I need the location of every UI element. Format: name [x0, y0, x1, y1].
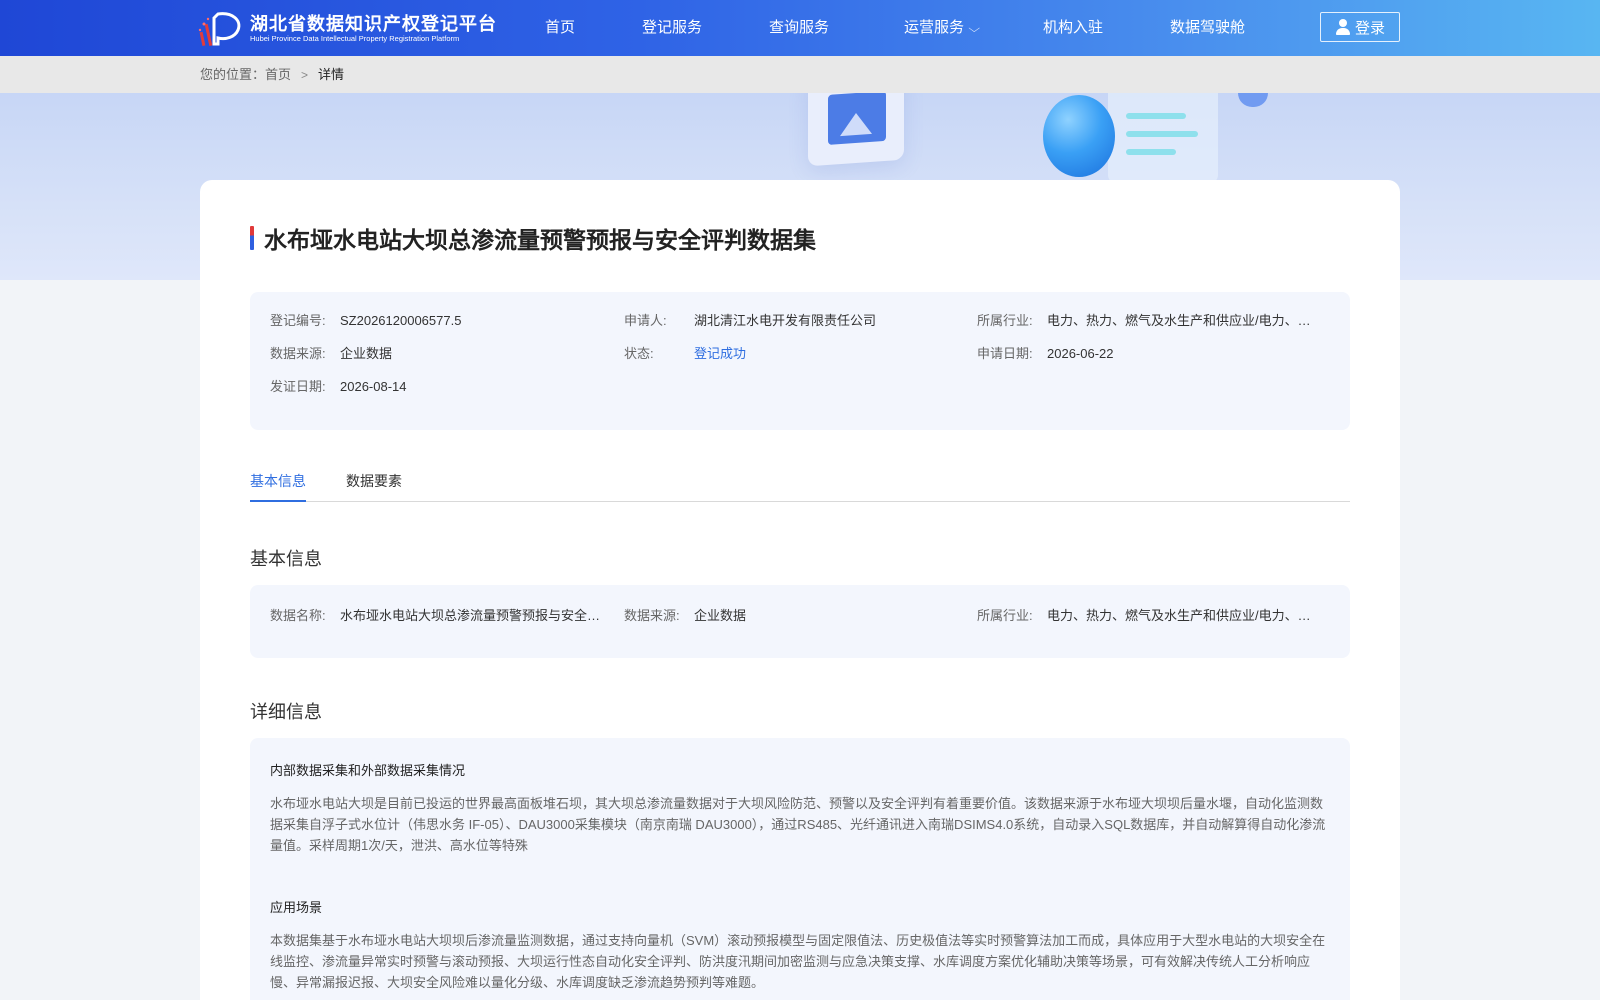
platform-logo[interactable]: 湖北省数据知识产权登记平台 Hubei Province Data Intell… [198, 10, 497, 48]
login-label: 登录 [1354, 19, 1385, 37]
data-name-value: 水布垭水电站大坝总渗流量预警预报与安全评判数据集 [340, 608, 610, 623]
login-button[interactable]: 登录 [1320, 12, 1400, 42]
breadcrumb-prefix: 您的位置： [200, 67, 266, 82]
nav-home[interactable]: 首页 [545, 0, 575, 56]
basic-source-value: 企业数据 [694, 608, 747, 623]
scenario-text: 本数据集基于水布垭水电站大坝坝后渗流量监测数据，通过支持向量机（SVM）滚动预报… [270, 933, 1326, 990]
page-title-wrap: 水布垭水电站大坝总渗流量预警预报与安全评判数据集 [250, 223, 816, 253]
basic-info-heading: 基本信息 [250, 549, 322, 569]
collection-text: 水布垭水电站大坝是目前已投运的世界最高面板堆石坝，其大坝总渗流量数据对于大坝风险… [270, 796, 1326, 853]
nav-operation-service[interactable]: 运营服务 ⌵ [904, 0, 981, 56]
applicant-label: 申请人: [624, 313, 667, 328]
tab-basic-info[interactable]: 基本信息 [250, 466, 306, 502]
basic-source-field: 数据来源: 企业数据 [624, 607, 746, 625]
sphere-illustration [1043, 95, 1115, 177]
logo-title-cn: 湖北省数据知识产权登记平台 [250, 14, 497, 34]
basic-info-panel: 数据名称:水布垭水电站大坝总渗流量预警预报与安全评判数据集 数据来源:企业数据 … [250, 585, 1350, 658]
document-illustration [1108, 93, 1218, 183]
summary-panel: 登记编号: SZ2026120006577.5 申请人: 湖北清江水电开发有限责任公… [250, 292, 1350, 430]
nav-query-service[interactable]: 查询服务 [769, 0, 829, 56]
breadcrumb-current: 详情 [318, 67, 345, 82]
source-label: 数据来源: [270, 346, 326, 361]
issue-date-label: 发证日期: [270, 379, 326, 394]
basic-industry-field: 所属行业: 电力、热力、燃气及水生产和供应业/电力、热力生产和供应业 [977, 607, 1317, 625]
scenario-heading: 应用场景 [270, 900, 323, 915]
issue-date-value: 2026-08-14 [340, 379, 407, 394]
data-name-label: 数据名称: [270, 608, 326, 623]
detail-info-heading: 详细信息 [250, 702, 322, 722]
title-accent-bar [250, 226, 254, 250]
breadcrumb-bar: 您的位置：首页 > 详情 [0, 56, 1600, 93]
image-illustration-icon [808, 93, 904, 167]
detail-tabs: 基本信息 数据要素 [250, 466, 1350, 502]
applicant-value: 湖北清江水电开发有限责任公司 [694, 313, 877, 328]
apply-date-label: 申请日期: [977, 346, 1033, 361]
user-icon [1335, 19, 1351, 35]
collection-heading: 内部数据采集和外部数据采集情况 [270, 763, 466, 778]
detail-info-panel: 内部数据采集和外部数据采集情况 水布垭水电站大坝是目前已投运的世界最高面板堆石坝… [250, 738, 1350, 1000]
nav-institution-join[interactable]: 机构入驻 [1043, 0, 1103, 56]
data-name-field: 数据名称: 水布垭水电站大坝总渗流量预警预报与安全评判数据集 [270, 607, 610, 625]
nav-registration-service[interactable]: 登记服务 [642, 0, 702, 56]
applicant-field: 申请人: 湖北清江水电开发有限责任公司 [624, 312, 876, 330]
reg-no-label: 登记编号: [270, 313, 326, 328]
chevron-right-icon: > [301, 68, 309, 82]
industry-value: 电力、热力、燃气及水生产和供应业/电力、热力生产和供应业 [1047, 313, 1317, 328]
status-field: 状态: 登记成功 [624, 345, 746, 363]
basic-industry-value: 电力、热力、燃气及水生产和供应业/电力、热力生产和供应业 [1047, 608, 1317, 623]
banner-decoration [1238, 93, 1268, 107]
breadcrumb: 您的位置：首页 > 详情 [200, 56, 344, 93]
source-value: 企业数据 [340, 346, 393, 361]
top-header: 湖北省数据知识产权登记平台 Hubei Province Data Intell… [0, 0, 1600, 56]
reg-no-value: SZ2026120006577.5 [340, 313, 462, 328]
detail-card: 水布垭水电站大坝总渗流量预警预报与安全评判数据集 登记编号: SZ20261200… [200, 180, 1400, 1000]
page-title: 水布垭水电站大坝总渗流量预警预报与安全评判数据集 [264, 227, 816, 253]
logo-emblem-icon [198, 10, 246, 48]
industry-label: 所属行业: [977, 313, 1033, 328]
industry-field: 所属行业: 电力、热力、燃气及水生产和供应业/电力、热力生产和供应业 [977, 312, 1317, 330]
logo-title-en: Hubei Province Data Intellectual Propert… [250, 34, 460, 43]
source-field: 数据来源: 企业数据 [270, 345, 392, 363]
breadcrumb-home-link[interactable]: 首页 [265, 67, 291, 82]
apply-date-field: 申请日期: 2026-06-22 [977, 345, 1114, 363]
tab-data-elements[interactable]: 数据要素 [346, 466, 402, 502]
status-label: 状态: [624, 346, 654, 361]
nav-data-cockpit[interactable]: 数据驾驶舱 [1170, 0, 1245, 56]
chevron-down-icon: ⌵ [968, 23, 981, 35]
status-badge: 登记成功 [694, 346, 747, 361]
nav-operation-service-label: 运营服务 [904, 19, 965, 36]
basic-source-label: 数据来源: [624, 608, 680, 623]
apply-date-value: 2026-06-22 [1047, 346, 1114, 361]
basic-industry-label: 所属行业: [977, 608, 1033, 623]
issue-date-field: 发证日期: 2026-08-14 [270, 378, 407, 396]
reg-no-field: 登记编号: SZ2026120006577.5 [270, 312, 461, 330]
